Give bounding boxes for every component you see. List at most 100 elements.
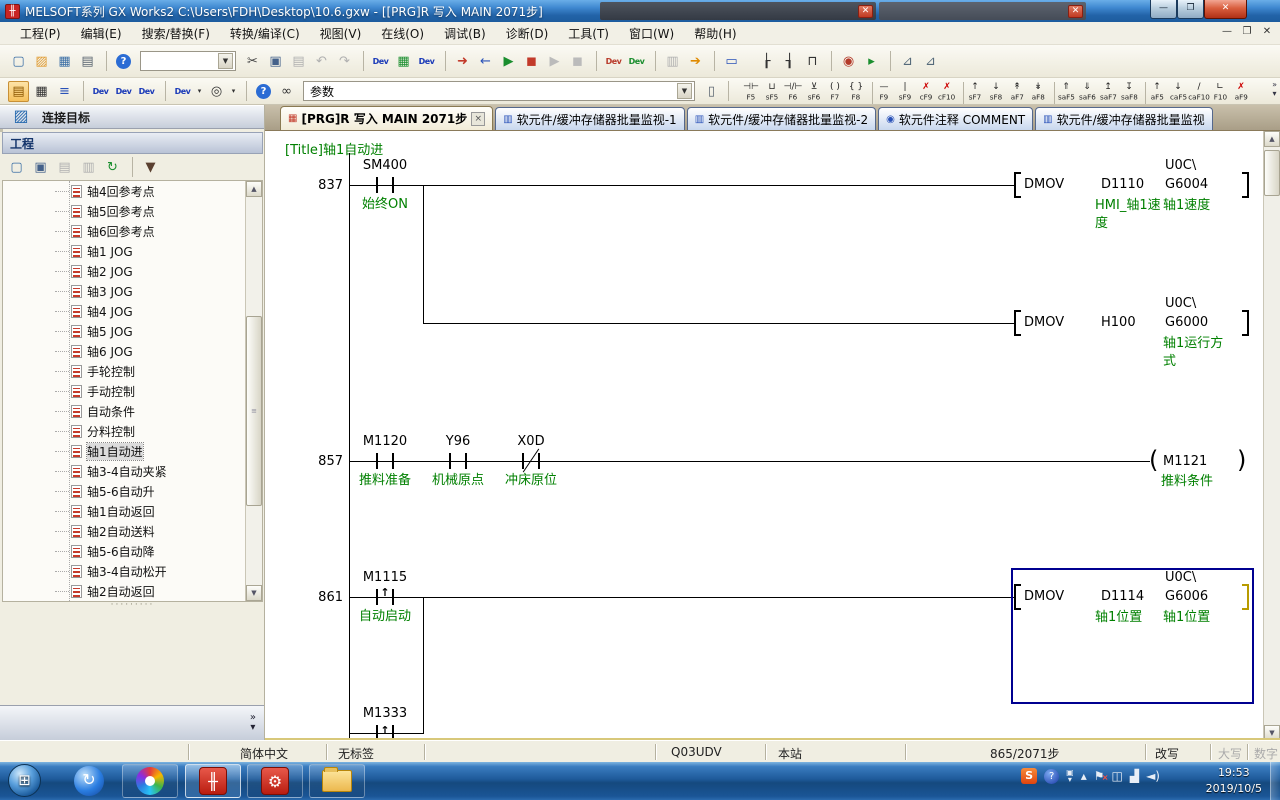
open-folder-icon[interactable]: ▨ xyxy=(31,51,52,72)
more-buttons-chevron[interactable]: »▾ xyxy=(250,713,256,733)
tree-item[interactable]: 轴4 JOG xyxy=(3,301,262,321)
action-center-icon[interactable]: ⚑× xyxy=(1094,769,1105,783)
tree-item[interactable]: 轴1 JOG xyxy=(3,241,262,261)
redo-icon[interactable]: ↷ xyxy=(334,51,355,72)
monitor-stop-disabled-icon[interactable]: ◼ xyxy=(567,51,588,72)
minimize-button[interactable]: — xyxy=(1150,0,1177,19)
ladder-symbol-button[interactable]: ↑ sF7 xyxy=(965,79,985,104)
close-icon[interactable]: ✕ xyxy=(1068,5,1083,18)
filter-sort-icon[interactable]: ▼ xyxy=(140,157,161,178)
tab-device-comment[interactable]: ◉ 软元件注释 COMMENT xyxy=(878,107,1033,130)
device-write-monitor-icon[interactable]: Dev xyxy=(370,51,391,72)
ladder-symbol-button[interactable]: ✗ aF9 xyxy=(1231,79,1251,104)
tree-item[interactable]: 轴6回参考点 xyxy=(3,221,262,241)
target-select-combo[interactable]: 参数 ▼ xyxy=(303,81,695,101)
tree-item[interactable]: 轴6 JOG xyxy=(3,341,262,361)
ladder-symbol-button[interactable] xyxy=(1049,82,1055,104)
zoom-tool-icon[interactable]: ◎ xyxy=(206,81,227,102)
tree-item[interactable]: 轴3-4自动松开 xyxy=(3,561,262,581)
power-plug-icon[interactable]: ◫ xyxy=(1112,769,1123,783)
tree-scrollbar[interactable]: ▲ ≡ ▼ xyxy=(245,181,262,601)
coil-label[interactable]: M1121 xyxy=(1163,454,1207,469)
write-to-plc-icon[interactable]: ➜ xyxy=(452,51,473,72)
print-icon[interactable]: ▤ xyxy=(77,51,98,72)
taskbar-explorer-app[interactable] xyxy=(309,764,365,798)
tree-item[interactable]: 轴2自动返回 xyxy=(3,581,262,601)
window-select-combo[interactable]: ▼ xyxy=(140,51,236,71)
instruction-dst[interactable]: G6000 xyxy=(1165,315,1208,330)
scroll-down-icon[interactable]: ▼ xyxy=(1264,725,1280,740)
show-hidden-icons-icon[interactable]: ▴ xyxy=(1081,769,1087,783)
window-tray-icon[interactable]: ▣▾ xyxy=(1066,769,1074,783)
mdi-restore-button[interactable]: ❐ xyxy=(1240,26,1254,37)
exec-program-icon[interactable]: ▸ xyxy=(861,51,882,72)
menu-item[interactable]: 诊断(D) xyxy=(496,22,559,45)
tree-item[interactable]: 轴4回参考点 xyxy=(3,181,262,201)
speaker-icon[interactable]: ◄) xyxy=(1146,769,1160,783)
tree-item[interactable]: 轴3-4自动夹紧 xyxy=(3,461,262,481)
menu-item[interactable]: 在线(O) xyxy=(371,22,434,45)
device-read-monitor-icon[interactable]: Dev xyxy=(416,51,437,72)
help2-icon[interactable]: ? xyxy=(256,84,271,99)
toolbar-icon[interactable] xyxy=(126,157,133,177)
list-view-icon[interactable]: ≡ xyxy=(54,81,75,102)
help-tray-icon[interactable]: ? xyxy=(1044,769,1059,784)
cut-icon[interactable]: ✂ xyxy=(242,51,263,72)
sampling-trace2-icon[interactable]: ⊿ xyxy=(920,51,941,72)
tree-item[interactable]: 轴1自动返回 xyxy=(3,501,262,521)
instruction-dst[interactable]: G6006 xyxy=(1165,589,1208,604)
menu-item[interactable]: 帮助(H) xyxy=(684,22,746,45)
contact-symbol[interactable] xyxy=(449,453,451,469)
instruction-src[interactable]: D1114 xyxy=(1101,589,1144,604)
device-batch-monitor-icon[interactable]: Dev xyxy=(90,81,111,102)
tab-prg-write-main[interactable]: ▦ [PRG]R 写入 MAIN 2071步 × xyxy=(280,106,493,130)
ladder-symbol-button[interactable] xyxy=(867,82,873,104)
toolbar-icon[interactable] xyxy=(357,51,364,71)
show-desktop-button[interactable] xyxy=(1270,762,1280,800)
scrollbar-thumb[interactable]: ≡ xyxy=(246,316,262,506)
toolbar-icon[interactable] xyxy=(884,51,891,71)
panel-splitter[interactable]: ········· xyxy=(0,602,265,609)
menu-item[interactable]: 调试(B) xyxy=(434,22,496,45)
undo-icon[interactable]: ↶ xyxy=(311,51,332,72)
ladder-symbol-button[interactable]: ↓ sF8 xyxy=(986,79,1006,104)
screen-keep-icon[interactable]: ▭ xyxy=(721,51,742,72)
find-binoculars-icon[interactable]: ∞ xyxy=(276,81,297,102)
toolbar-icon[interactable] xyxy=(100,51,107,71)
tab-device-batch-monitor-3[interactable]: ▥ 软元件/缓冲存储器批量监视 xyxy=(1035,107,1213,130)
network-signal-icon[interactable]: ▟ xyxy=(1130,769,1139,783)
paste-data-icon[interactable]: ▤ xyxy=(54,157,75,178)
device-display-icon[interactable]: Dev xyxy=(172,81,193,102)
close-branch-icon[interactable]: ┧ xyxy=(779,51,800,72)
menu-item[interactable]: 转换/编译(C) xyxy=(220,22,310,45)
monitor-start-disabled-icon[interactable]: ▶ xyxy=(544,51,565,72)
contact-symbol[interactable] xyxy=(376,453,378,469)
ladder-symbol-button[interactable]: / caF10 xyxy=(1189,79,1209,104)
toolbar-icon[interactable] xyxy=(825,51,832,71)
ladder-symbol-button[interactable]: ⇑ saF5 xyxy=(1056,79,1076,104)
duplicate-data-icon[interactable]: ▥ xyxy=(78,157,99,178)
nav-connection-button[interactable]: ▨ 连接目标 xyxy=(0,105,264,129)
device-test-off-icon[interactable]: Dev xyxy=(626,51,647,72)
tree-item[interactable]: 轴2 JOG xyxy=(3,261,262,281)
verify-icon[interactable]: ▥ xyxy=(662,51,683,72)
ladder-symbol-button[interactable]: ↧ saF8 xyxy=(1119,79,1139,104)
ladder-symbol-button[interactable]: ∟ F10 xyxy=(1210,79,1230,104)
ladder-symbol-button[interactable]: ↓ caF5 xyxy=(1168,79,1188,104)
ladder-symbol-button[interactable]: ↟ aF7 xyxy=(1007,79,1027,104)
editor-scrollbar[interactable]: ▲ ▼ xyxy=(1263,131,1280,740)
instruction-op[interactable]: DMOV xyxy=(1024,315,1064,330)
scrollbar-thumb[interactable] xyxy=(1264,150,1280,196)
contact-symbol-nc[interactable] xyxy=(522,453,524,469)
save-icon[interactable]: ▦ xyxy=(54,51,75,72)
ladder-symbol-button[interactable]: ⊔ sF5 xyxy=(762,79,782,104)
instruction-dst[interactable]: G6004 xyxy=(1165,177,1208,192)
browser-icon[interactable]: ↻ xyxy=(74,766,104,796)
tree-item[interactable]: 轴5-6自动升 xyxy=(3,481,262,501)
instruction-op[interactable]: DMOV xyxy=(1024,589,1064,604)
ladder-symbol-button[interactable]: ⇓ saF6 xyxy=(1077,79,1097,104)
toolbar-icon[interactable] xyxy=(590,51,597,71)
tree-item[interactable]: 轴1自动进 xyxy=(3,441,262,461)
tree-item[interactable]: 手轮控制 xyxy=(3,361,262,381)
monitor-start-icon[interactable]: ▶ xyxy=(498,51,519,72)
